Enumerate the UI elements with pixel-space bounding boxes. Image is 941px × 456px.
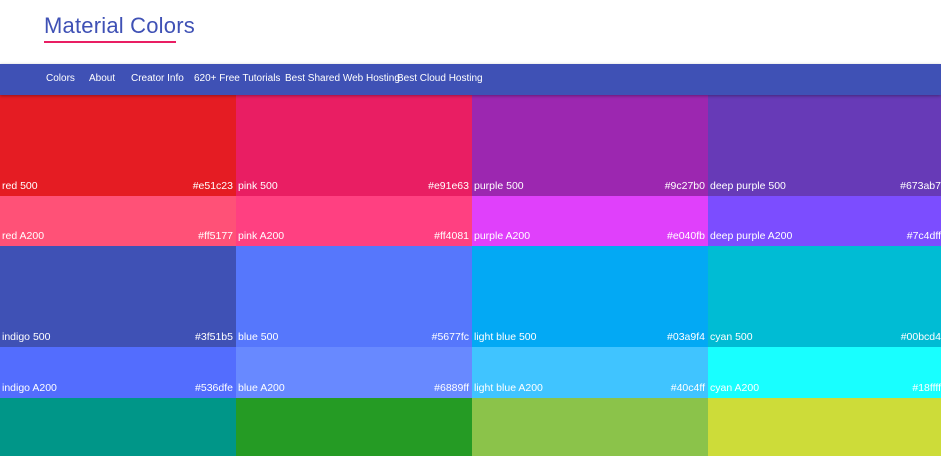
swatch-purple-500[interactable]: purple 500 #9c27b0 (472, 95, 708, 196)
swatch-red-a200[interactable]: red A200 #ff5177 (0, 196, 236, 246)
swatch-light-blue-500[interactable]: light blue 500 #03a9f4 (472, 246, 708, 347)
swatch-pink-500[interactable]: pink 500 #e91e63 (236, 95, 472, 196)
swatch-name: cyan A200 (710, 382, 760, 394)
swatch-hex: #e91e63 (428, 180, 469, 192)
swatch-name: purple A200 (474, 230, 531, 242)
nav-item-shared-web-hosting[interactable]: Best Shared Web Hosting (285, 73, 400, 84)
swatch-hex: #673ab7 (900, 180, 941, 192)
site-title[interactable]: Material Colors (44, 13, 195, 39)
swatch-hex: #9c27b0 (664, 180, 705, 192)
swatch-teal-500[interactable] (0, 398, 236, 456)
swatch-light-blue-a200[interactable]: light blue A200 #40c4ff (472, 347, 708, 398)
swatch-hex: #e51c23 (192, 180, 233, 192)
site-header: Material Colors (0, 0, 941, 64)
swatch-deep-purple-500[interactable]: deep purple 500 #673ab7 (708, 95, 941, 196)
swatch-blue-a200[interactable]: blue A200 #6889ff (236, 347, 472, 398)
swatch-indigo-a200[interactable]: indigo A200 #536dfe (0, 347, 236, 398)
swatch-hex: #7c4dff (906, 230, 941, 242)
swatch-green-500[interactable] (236, 398, 472, 456)
swatch-name: blue A200 (238, 382, 285, 394)
color-grid: red 500 #e51c23 pink 500 #e91e63 purple … (0, 95, 941, 456)
swatch-hex: #ff5177 (198, 230, 233, 242)
swatch-name: deep purple A200 (710, 230, 793, 242)
swatch-name: red A200 (2, 230, 45, 242)
swatch-hex: #3f51b5 (195, 331, 233, 343)
swatch-hex: #ff4081 (434, 230, 469, 242)
swatch-hex: #6889ff (434, 382, 469, 394)
swatch-purple-a200[interactable]: purple A200 #e040fb (472, 196, 708, 246)
swatch-name: deep purple 500 (710, 180, 786, 192)
swatch-hex: #5677fc (431, 331, 469, 343)
swatch-pink-a200[interactable]: pink A200 #ff4081 (236, 196, 472, 246)
swatch-hex: #e040fb (667, 230, 705, 242)
swatch-name: indigo 500 (2, 331, 51, 343)
nav-item-creator-info[interactable]: Creator Info (131, 73, 184, 84)
nav-item-colors[interactable]: Colors (46, 73, 75, 84)
swatch-indigo-500[interactable]: indigo 500 #3f51b5 (0, 246, 236, 347)
swatch-name: pink 500 (238, 180, 278, 192)
swatch-light-green-500[interactable] (472, 398, 708, 456)
swatch-blue-500[interactable]: blue 500 #5677fc (236, 246, 472, 347)
swatch-name: light blue 500 (474, 331, 537, 343)
swatch-name: purple 500 (474, 180, 524, 192)
swatch-name: indigo A200 (2, 382, 57, 394)
swatch-cyan-a200[interactable]: cyan A200 #18ffff (708, 347, 941, 398)
nav-item-about[interactable]: About (89, 73, 115, 84)
swatch-lime-500[interactable] (708, 398, 941, 456)
swatch-hex: #00bcd4 (900, 331, 941, 343)
swatch-cyan-500[interactable]: cyan 500 #00bcd4 (708, 246, 941, 347)
title-underline (44, 41, 176, 43)
swatch-name: pink A200 (238, 230, 285, 242)
swatch-hex: #536dfe (195, 382, 233, 394)
nav-item-free-tutorials[interactable]: 620+ Free Tutorials (194, 73, 280, 84)
nav-item-cloud-hosting[interactable]: Best Cloud Hosting (397, 73, 483, 84)
nav-bar: Colors About Creator Info 620+ Free Tuto… (0, 64, 941, 95)
swatch-hex: #18ffff (912, 382, 941, 394)
swatch-name: light blue A200 (474, 382, 543, 394)
swatch-name: cyan 500 (710, 331, 753, 343)
swatch-hex: #40c4ff (670, 382, 705, 394)
swatch-hex: #03a9f4 (667, 331, 705, 343)
swatch-red-500[interactable]: red 500 #e51c23 (0, 95, 236, 196)
swatch-name: red 500 (2, 180, 38, 192)
swatch-deep-purple-a200[interactable]: deep purple A200 #7c4dff (708, 196, 941, 246)
swatch-name: blue 500 (238, 331, 279, 343)
